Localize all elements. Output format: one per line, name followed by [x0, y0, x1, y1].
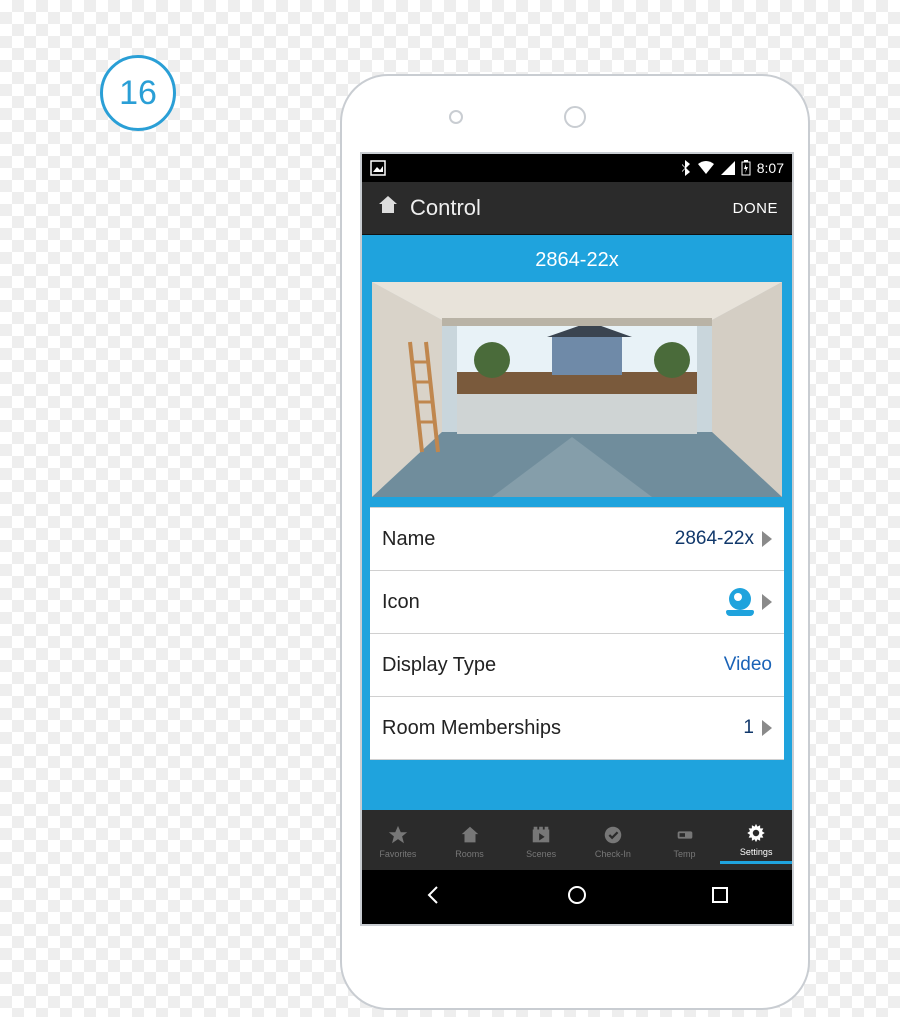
android-back-button[interactable] — [422, 883, 446, 912]
status-time: 8:07 — [757, 160, 784, 176]
tab-scenes[interactable]: Scenes — [505, 818, 577, 863]
phone-frame: 8:07 Control DONE 2864-22x — [340, 74, 810, 1010]
camera-preview-wrap — [362, 282, 792, 507]
camera-icon — [726, 588, 754, 616]
row-icon-label: Icon — [382, 591, 420, 614]
row-display-value: Video — [724, 654, 772, 676]
row-display-label: Display Type — [382, 654, 496, 677]
tab-rooms-label: Rooms — [455, 849, 484, 859]
android-home-button[interactable] — [565, 883, 589, 912]
android-nav-bar — [362, 870, 792, 924]
phone-sensor — [449, 110, 463, 124]
row-rooms-value: 1 — [743, 717, 754, 739]
camera-preview[interactable] — [372, 282, 782, 497]
row-room-memberships[interactable]: Room Memberships 1 — [370, 697, 784, 760]
phone-earpiece — [564, 106, 586, 128]
row-display-type[interactable]: Display Type Video — [370, 634, 784, 697]
chevron-right-icon — [762, 531, 772, 547]
tab-favorites[interactable]: Favorites — [362, 818, 434, 863]
tab-checkin-label: Check-In — [595, 849, 631, 859]
step-badge: 16 — [100, 55, 176, 131]
done-button[interactable]: DONE — [733, 200, 778, 217]
status-bar: 8:07 — [362, 154, 792, 182]
wifi-icon — [697, 161, 715, 175]
settings-list: Name 2864-22x Icon Display Type Video — [362, 507, 792, 810]
phone-screen: 8:07 Control DONE 2864-22x — [360, 152, 794, 926]
row-icon[interactable]: Icon — [370, 571, 784, 634]
bluetooth-icon — [681, 160, 691, 176]
row-name-label: Name — [382, 528, 435, 551]
tab-settings-label: Settings — [740, 847, 773, 857]
tab-scenes-label: Scenes — [526, 849, 556, 859]
signal-icon — [721, 161, 735, 175]
image-icon — [370, 160, 386, 176]
home-icon — [376, 193, 400, 223]
row-rooms-label: Room Memberships — [382, 717, 561, 740]
tab-rooms[interactable]: Rooms — [434, 818, 506, 863]
tab-favorites-label: Favorites — [379, 849, 416, 859]
android-recents-button[interactable] — [708, 883, 732, 912]
row-name[interactable]: Name 2864-22x — [370, 507, 784, 571]
tab-bar: Favorites Rooms Scenes Check-In Temp Set… — [362, 810, 792, 870]
row-name-value: 2864-22x — [675, 528, 754, 550]
chevron-right-icon — [762, 594, 772, 610]
tab-checkin[interactable]: Check-In — [577, 818, 649, 863]
app-header: Control DONE — [362, 182, 792, 235]
tab-temp-label: Temp — [674, 849, 696, 859]
tab-settings[interactable]: Settings — [720, 816, 792, 864]
app-title: Control — [410, 195, 481, 221]
tab-temp[interactable]: Temp — [649, 818, 721, 863]
chevron-right-icon — [762, 720, 772, 736]
device-title: 2864-22x — [362, 235, 792, 282]
battery-icon — [741, 160, 751, 176]
